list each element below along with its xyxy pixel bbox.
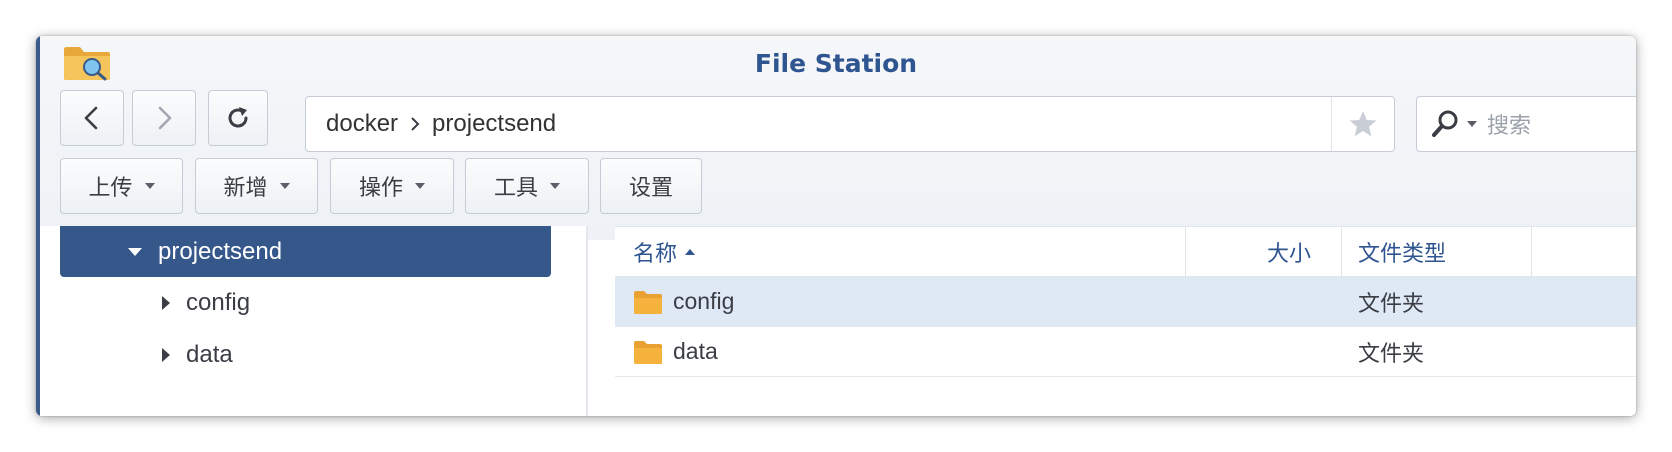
file-name-cell: data xyxy=(633,327,718,376)
folder-tree: projectsend config data xyxy=(36,226,586,416)
tree-item-projectsend[interactable]: projectsend xyxy=(60,226,551,277)
folder-icon xyxy=(634,340,662,364)
table-row[interactable]: config 文件夹 xyxy=(615,277,1636,327)
favorite-button[interactable] xyxy=(1331,97,1394,151)
file-name: config xyxy=(673,288,735,314)
pane-divider[interactable] xyxy=(586,226,588,416)
star-icon xyxy=(1349,111,1377,137)
upload-button[interactable]: 上传 xyxy=(60,158,183,214)
tree-item-label: config xyxy=(186,289,251,316)
file-name-cell: config xyxy=(633,277,734,326)
column-header-name[interactable]: 名称 xyxy=(615,227,1186,276)
back-button[interactable] xyxy=(60,90,124,146)
forward-button[interactable] xyxy=(132,90,196,146)
chevron-down-icon xyxy=(550,183,560,189)
settings-label: 设置 xyxy=(628,175,673,200)
refresh-button[interactable] xyxy=(208,90,268,146)
create-label: 新增 xyxy=(223,175,268,200)
search-icon[interactable] xyxy=(1431,109,1461,139)
upload-label: 上传 xyxy=(88,175,133,200)
create-button[interactable]: 新增 xyxy=(195,158,318,214)
settings-button[interactable]: 设置 xyxy=(600,158,702,214)
column-header-type[interactable]: 文件类型 xyxy=(1342,227,1532,276)
table-row[interactable]: data 文件夹 xyxy=(615,327,1636,377)
collapse-caret-icon[interactable] xyxy=(162,296,170,310)
column-header-label: 文件类型 xyxy=(1358,240,1447,266)
chevron-down-icon xyxy=(415,183,425,189)
window-title: File Station xyxy=(754,49,918,78)
path-segment-projectsend[interactable]: projectsend xyxy=(432,110,556,138)
chevron-down-icon[interactable] xyxy=(1467,121,1477,127)
list-header: 名称 大小 文件类型 xyxy=(615,226,1636,277)
search-input[interactable]: 搜索 xyxy=(1487,108,1531,140)
action-button[interactable]: 操作 xyxy=(330,158,454,214)
file-list: 名称 大小 文件类型 config 文件夹 data 文件夹 xyxy=(615,226,1636,416)
expand-caret-icon[interactable] xyxy=(128,247,142,256)
file-type-cell: 文件夹 xyxy=(1358,290,1425,316)
column-header-label: 名称 xyxy=(633,240,678,266)
refresh-icon xyxy=(228,107,248,128)
tree-item-label: projectsend xyxy=(158,237,283,265)
path-segment-docker[interactable]: docker xyxy=(326,110,398,138)
tree-item-data[interactable]: data xyxy=(60,329,551,381)
tree-item-label: data xyxy=(186,341,233,368)
forward-arrow-icon xyxy=(158,106,172,130)
chevron-down-icon xyxy=(279,183,290,189)
path-bar[interactable]: docker projectsend xyxy=(305,96,1395,152)
back-arrow-icon xyxy=(84,106,98,130)
action-label: 操作 xyxy=(358,175,403,200)
column-header-label: 大小 xyxy=(1266,240,1311,266)
folder-icon xyxy=(634,290,662,314)
chevron-down-icon xyxy=(144,183,155,189)
window-header: File Station docker projectsend 搜索 上传 新增… xyxy=(36,36,1636,240)
file-station-window: File Station docker projectsend 搜索 上传 新增… xyxy=(36,36,1636,416)
chevron-right-icon xyxy=(410,116,420,132)
tools-button[interactable]: 工具 xyxy=(465,158,589,214)
column-header-size[interactable]: 大小 xyxy=(1186,227,1342,276)
tools-label: 工具 xyxy=(493,175,538,200)
sort-ascending-icon xyxy=(685,248,696,255)
search-box[interactable]: 搜索 xyxy=(1416,96,1636,152)
file-type-cell: 文件夹 xyxy=(1358,340,1425,366)
file-name: data xyxy=(673,338,718,364)
collapse-caret-icon[interactable] xyxy=(162,348,170,362)
tree-item-config[interactable]: config xyxy=(60,277,551,329)
